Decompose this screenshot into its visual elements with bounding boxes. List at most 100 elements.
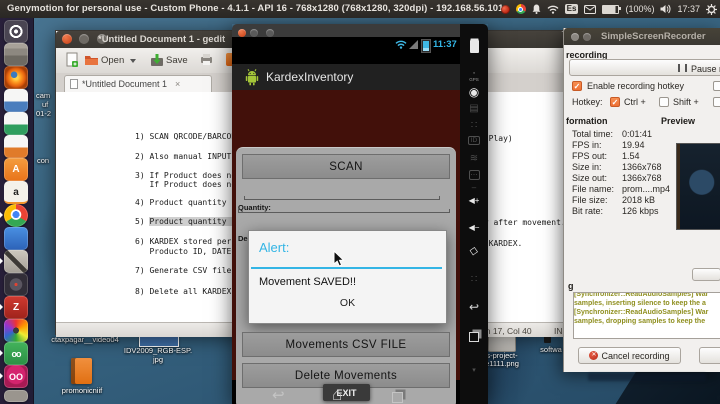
launcher-lens-app[interactable] <box>4 273 29 296</box>
launcher-amazon[interactable]: a <box>4 181 29 204</box>
wifi-tray-icon[interactable] <box>547 5 559 14</box>
shift-checkbox[interactable] <box>659 97 669 107</box>
information-section-label: formation <box>566 116 608 126</box>
volume-tray-icon[interactable] <box>660 4 671 14</box>
battery-tray-icon[interactable] <box>602 4 622 14</box>
notification-bell-icon[interactable] <box>532 4 541 15</box>
open-folder-icon[interactable] <box>84 54 99 66</box>
text-line: 6) KARDEX stored per Pr <box>135 237 246 246</box>
chrome-tray-icon[interactable] <box>515 4 526 14</box>
video-file-icon[interactable] <box>71 358 92 384</box>
launcher-video-app[interactable] <box>4 227 29 250</box>
quantity-input[interactable] <box>238 207 450 213</box>
volume-down-icon[interactable]: ◀− <box>460 219 488 235</box>
save-icon[interactable] <box>150 53 164 67</box>
ctrl-checkbox[interactable] <box>610 97 620 107</box>
amazon-icon: a <box>4 181 28 204</box>
network-widget-icon[interactable]: ≋ <box>460 150 488 166</box>
extra-checkbox[interactable] <box>713 81 720 91</box>
save-button[interactable]: Save <box>166 55 188 66</box>
document-tab[interactable]: *Untitled Document 1 × <box>64 75 212 92</box>
save-recording-button[interactable] <box>699 347 720 364</box>
launcher-chrome[interactable] <box>0 204 29 227</box>
camera-widget-icon[interactable]: ◉ <box>460 84 488 100</box>
launcher-color-wheel-app[interactable] <box>4 319 29 342</box>
system-tray: Es (100%) 17:37 <box>500 0 717 18</box>
session-gear-icon[interactable] <box>706 3 717 15</box>
volume-up-icon[interactable]: ◀+ <box>460 192 488 208</box>
genymotion-emulator-window: 11:37 KardexInventory SCAN Quantity: De … <box>232 24 488 404</box>
close-button[interactable] <box>238 29 246 37</box>
recent-apps-icon[interactable] <box>460 329 488 345</box>
gps-widget-icon[interactable]: ◦ GPS <box>460 68 488 84</box>
remote-control-widget-icon[interactable]: ∷ <box>460 117 488 133</box>
emulator-titlebar[interactable] <box>232 24 460 37</box>
dash-home-icon <box>4 20 28 43</box>
launcher-libreoffice-calc[interactable] <box>4 112 29 135</box>
launcher-green-glasses-app[interactable]: oo <box>0 342 29 365</box>
desktop-label-fragment[interactable]: 01-2 <box>36 110 51 118</box>
enable-hotkey-checkbox[interactable] <box>572 81 582 91</box>
launcher-libreoffice-impress[interactable] <box>4 135 29 158</box>
minimize-button[interactable] <box>250 29 259 37</box>
navigation-dots-icon[interactable]: ∷ <box>460 271 488 287</box>
desktop-label-fragment[interactable]: cam <box>36 92 50 100</box>
android-robot-icon <box>245 68 259 86</box>
maximize-button[interactable] <box>265 29 274 37</box>
recording-indicator-icon[interactable] <box>500 4 510 14</box>
scan-button[interactable]: SCAN <box>242 154 450 179</box>
tab-close-icon[interactable]: × <box>175 79 180 89</box>
cancel-recording-button[interactable]: ✕ Cancel recording <box>578 347 681 364</box>
launcher-libreoffice-writer[interactable] <box>4 89 29 112</box>
nav-back-icon[interactable]: ↩ <box>272 388 285 403</box>
launcher-trash[interactable] <box>4 390 29 404</box>
launcher-draw-app[interactable] <box>0 250 29 273</box>
launcher-magenta-oo-app[interactable]: OO <box>0 365 29 388</box>
keyboard-layout-indicator[interactable]: Es <box>564 4 579 14</box>
desktop-icon-label[interactable]: IDV2009_RGB-ESP. <box>118 347 198 355</box>
open-dropdown-caret[interactable] <box>130 59 136 63</box>
rotate-screen-icon[interactable]: ◇ <box>459 240 489 261</box>
close-button[interactable] <box>571 33 579 41</box>
code-input[interactable] <box>244 194 440 200</box>
recorder-titlebar[interactable]: SimpleScreenRecorder <box>564 28 720 45</box>
ok-button[interactable]: OK <box>249 297 446 309</box>
launcher-firefox[interactable] <box>4 66 29 89</box>
exit-button[interactable]: EXIT <box>323 384 370 401</box>
launcher-files[interactable] <box>4 43 29 66</box>
launcher-red-z-app[interactable]: Z <box>0 296 29 319</box>
new-document-icon[interactable] <box>66 52 79 68</box>
device-id-widget-icon[interactable]: ID <box>460 132 488 148</box>
battery-widget-icon[interactable] <box>460 38 488 54</box>
desktop-icon-label[interactable]: jpg <box>118 356 198 364</box>
info-label: Size in: <box>572 162 602 172</box>
back-icon[interactable]: ↩ <box>460 299 488 315</box>
pause-recording-button[interactable]: Pause recording <box>569 59 720 76</box>
small-button[interactable] <box>692 268 720 281</box>
open-button[interactable]: Open <box>101 55 124 66</box>
signal-icon <box>409 40 418 49</box>
alt-checkbox[interactable] <box>713 97 720 107</box>
info-label: FPS in: <box>572 140 602 150</box>
log-output[interactable]: [Synchronizer::ReadAudioSamples] War sam… <box>573 292 720 339</box>
desktop-label-fragment[interactable]: uf <box>42 101 48 109</box>
desktop-icon-label[interactable]: ctaxpagar__video04 <box>30 336 140 344</box>
minimize-button[interactable] <box>79 34 90 44</box>
battery-icon <box>422 39 430 52</box>
desktop-label-fragment[interactable]: con <box>37 157 49 165</box>
minimize-button[interactable] <box>583 33 592 41</box>
sidebar-caret-icon[interactable]: ▾ <box>460 362 488 378</box>
small-app-icon[interactable] <box>544 336 551 343</box>
close-button[interactable] <box>62 34 72 44</box>
clock[interactable]: 17:37 <box>677 4 700 14</box>
movements-csv-button[interactable]: Movements CSV FILE <box>242 332 450 357</box>
nav-recents-icon[interactable] <box>392 392 403 403</box>
screencast-widget-icon[interactable]: ▤ <box>460 100 488 116</box>
print-icon[interactable] <box>199 53 214 66</box>
desktop-icon-label[interactable]: promonicniif <box>51 387 113 395</box>
nav-home-icon[interactable]: ⌂ <box>332 386 342 403</box>
genymotion-sidebar: ◦ GPS ◉ ▤ ∷ ID ≋ ⋯ – ◀+ ◀− ◇ ∷ ↩ ▾ <box>460 24 488 404</box>
mail-tray-icon[interactable] <box>584 4 597 14</box>
launcher-software-center[interactable]: A <box>4 158 29 181</box>
launcher-dash-home[interactable] <box>4 20 29 43</box>
